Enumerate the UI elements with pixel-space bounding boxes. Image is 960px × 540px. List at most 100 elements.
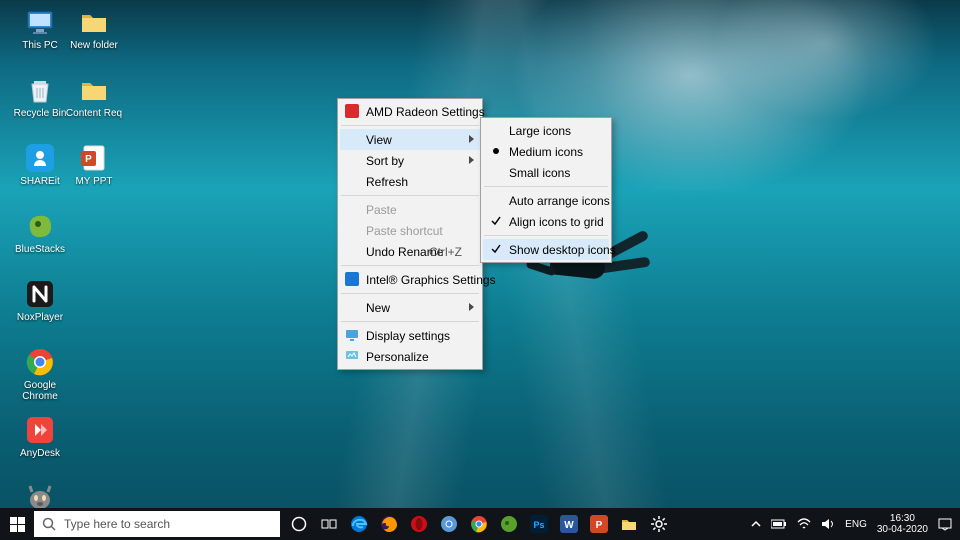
- search-box[interactable]: Type here to search: [34, 511, 280, 537]
- taskbar-powerpoint[interactable]: P: [586, 508, 612, 540]
- submenu-large-icons[interactable]: Large icons: [483, 120, 609, 141]
- desktop-icon-new-folder[interactable]: New folder: [60, 6, 128, 64]
- taskbar: Type here to search Ps W P ENG 16:30: [0, 508, 960, 540]
- desktop-icon-label: Content Req: [66, 108, 122, 119]
- submenu-auto-arrange[interactable]: Auto arrange icons: [483, 190, 609, 211]
- menu-label: AMD Radeon Settings: [366, 105, 485, 119]
- taskbar-explorer[interactable]: [616, 508, 642, 540]
- system-tray: ENG 16:30 30-04-2020: [743, 513, 960, 535]
- menu-label: Medium icons: [509, 145, 583, 159]
- shareit-icon: [24, 142, 56, 174]
- tray-volume-icon[interactable]: [821, 518, 835, 530]
- start-button[interactable]: [0, 508, 34, 540]
- taskbar-firefox[interactable]: [376, 508, 402, 540]
- recycle-bin-icon: [24, 74, 56, 106]
- submenu-show-desktop-icons[interactable]: Show desktop icons: [483, 239, 609, 260]
- anydesk-icon: [24, 414, 56, 446]
- desktop-context-menu: AMD Radeon Settings View Sort by Refresh…: [337, 98, 483, 370]
- desktop-icon-label: AnyDesk: [20, 448, 60, 459]
- taskbar-pinned: Ps W P: [286, 508, 672, 540]
- menu-undo-rename[interactable]: Undo Rename Ctrl+Z: [340, 241, 480, 262]
- tray-notifications-icon[interactable]: [938, 517, 952, 531]
- menu-refresh[interactable]: Refresh: [340, 171, 480, 192]
- desktop-icon-label: This PC: [22, 40, 58, 51]
- menu-intel-graphics[interactable]: Intel® Graphics Settings: [340, 269, 480, 290]
- menu-label: Large icons: [509, 124, 571, 138]
- folder-icon: [78, 74, 110, 106]
- folder-icon: [78, 6, 110, 38]
- menu-separator: [341, 125, 479, 126]
- svg-text:W: W: [564, 520, 574, 531]
- menu-display-settings[interactable]: Display settings: [340, 325, 480, 346]
- menu-amd-radeon[interactable]: AMD Radeon Settings: [340, 101, 480, 122]
- menu-label: Intel® Graphics Settings: [366, 273, 496, 287]
- submenu-arrow-icon: [469, 303, 474, 311]
- svg-text:P: P: [85, 154, 92, 165]
- desktop-icon-content-req[interactable]: Content Req: [60, 74, 128, 132]
- submenu-arrow-icon: [469, 156, 474, 164]
- menu-view[interactable]: View: [340, 129, 480, 150]
- taskbar-word[interactable]: W: [556, 508, 582, 540]
- intel-icon: [344, 271, 360, 287]
- menu-label: Align icons to grid: [509, 215, 604, 229]
- svg-text:P: P: [596, 520, 603, 531]
- tray-language[interactable]: ENG: [845, 519, 867, 530]
- tray-date: 30-04-2020: [877, 524, 928, 535]
- menu-sort-by[interactable]: Sort by: [340, 150, 480, 171]
- menu-label: New: [366, 301, 390, 315]
- menu-label: Auto arrange icons: [509, 194, 610, 208]
- menu-shortcut: Ctrl+Z: [429, 245, 462, 259]
- pc-icon: [24, 6, 56, 38]
- menu-label: Sort by: [366, 154, 404, 168]
- menu-separator: [341, 195, 479, 196]
- taskbar-edge[interactable]: [346, 508, 372, 540]
- menu-separator: [341, 265, 479, 266]
- windows-icon: [10, 517, 25, 532]
- menu-label: Show desktop icons: [509, 243, 616, 257]
- taskbar-chrome[interactable]: [466, 508, 492, 540]
- amd-icon: [344, 103, 360, 119]
- menu-label: View: [366, 133, 392, 147]
- check-icon: [491, 244, 501, 254]
- desktop-icon-my-ppt[interactable]: P MY PPT: [60, 142, 128, 200]
- menu-label: Paste shortcut: [366, 224, 443, 238]
- menu-separator: [341, 293, 479, 294]
- cortana-button[interactable]: [286, 508, 312, 540]
- menu-label: Display settings: [366, 329, 450, 343]
- taskbar-opera[interactable]: [406, 508, 432, 540]
- desktop-icon-noxplayer[interactable]: NoxPlayer: [6, 278, 74, 336]
- taskbar-photoshop[interactable]: Ps: [526, 508, 552, 540]
- desktop[interactable]: This PC Recycle Bin SHAREit BlueStacks N…: [0, 0, 960, 540]
- check-icon: [491, 216, 501, 226]
- noxplayer-icon: [24, 278, 56, 310]
- tray-wifi-icon[interactable]: [797, 518, 811, 530]
- taskbar-settings[interactable]: [646, 508, 672, 540]
- desktop-icons-col2: New folder Content Req P MY PPT: [60, 6, 128, 200]
- powerpoint-icon: P: [78, 142, 110, 174]
- taskbar-app-green[interactable]: [496, 508, 522, 540]
- submenu-small-icons[interactable]: Small icons: [483, 162, 609, 183]
- tray-battery-icon[interactable]: [771, 519, 787, 529]
- search-icon: [42, 517, 56, 531]
- desktop-icon-label: Google Chrome: [8, 380, 72, 402]
- desktop-icon-bluestacks[interactable]: BlueStacks: [6, 210, 74, 268]
- menu-personalize[interactable]: Personalize: [340, 346, 480, 367]
- radio-dot-icon: [491, 146, 501, 156]
- submenu-align-grid[interactable]: Align icons to grid: [483, 211, 609, 232]
- submenu-medium-icons[interactable]: Medium icons: [483, 141, 609, 162]
- desktop-icon-label: Recycle Bin: [14, 108, 67, 119]
- taskbar-chromium[interactable]: [436, 508, 462, 540]
- desktop-icon-label: NoxPlayer: [17, 312, 63, 323]
- menu-separator: [484, 186, 608, 187]
- desktop-icon-chrome[interactable]: Google Chrome: [6, 346, 74, 404]
- menu-label: Small icons: [509, 166, 570, 180]
- tray-clock[interactable]: 16:30 30-04-2020: [877, 513, 928, 535]
- display-icon: [344, 327, 360, 343]
- search-placeholder: Type here to search: [64, 517, 170, 531]
- menu-new[interactable]: New: [340, 297, 480, 318]
- task-view-button[interactable]: [316, 508, 342, 540]
- tray-chevron-icon[interactable]: [751, 519, 761, 529]
- menu-paste-shortcut: Paste shortcut: [340, 220, 480, 241]
- desktop-icon-anydesk[interactable]: AnyDesk: [6, 414, 74, 472]
- tray-time: 16:30: [877, 513, 928, 524]
